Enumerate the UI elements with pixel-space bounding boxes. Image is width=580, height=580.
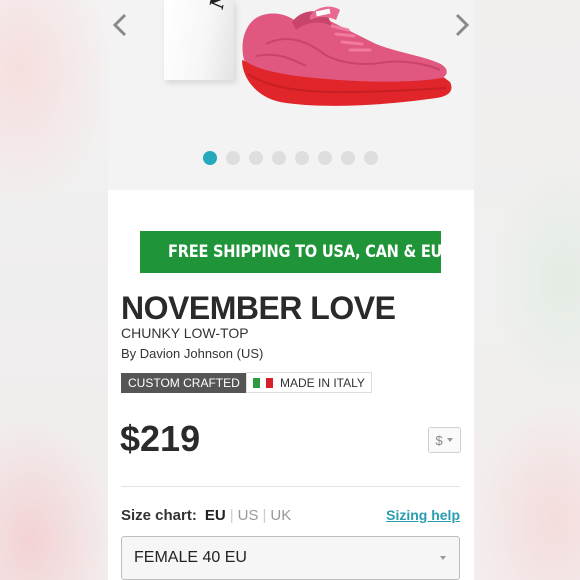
custom-crafted-badge: CUSTOM CRAFTED [121,373,247,393]
size-unit-uk[interactable]: UK [270,507,291,524]
product-author[interactable]: By Davion Johnson (US) [121,346,263,361]
gallery-next-button[interactable] [450,10,474,40]
product-page: Nove [108,0,474,580]
gallery-prev-button[interactable] [108,10,132,40]
gallery-dot[interactable] [249,151,263,165]
gallery-dot[interactable] [272,151,286,165]
size-chart-row: Size chart: EU | US | UK Sizing help [121,505,460,525]
unit-separator: | [229,506,234,524]
chevron-down-icon [446,438,453,442]
unit-separator: | [262,506,267,524]
free-shipping-banner: FREE SHIPPING TO USA, CAN & EU [140,231,443,273]
free-shipping-text: FREE SHIPPING TO USA, CAN & EU [168,242,443,262]
background-left [0,0,108,580]
gallery-dot[interactable] [203,151,217,165]
product-title: NOVEMBER LOVE [121,290,396,326]
made-in-italy-badge: MADE IN ITALY [246,372,372,393]
currency-symbol: $ [435,432,443,448]
custom-crafted-label: CUSTOM CRAFTED [128,376,240,390]
chevron-left-icon [112,13,127,37]
size-chart-label: Size chart: [121,506,197,524]
sneaker-image [242,6,452,106]
italy-flag-icon [253,377,274,388]
gallery-dot[interactable] [341,151,355,165]
product-subtitle: CHUNKY LOW-TOP [121,325,249,341]
size-select[interactable]: FEMALE 40 EU [121,536,460,580]
image-gallery[interactable]: Nove [108,0,474,190]
gallery-dot[interactable] [226,151,240,165]
product-price: $219 [120,418,201,459]
chevron-right-icon [455,13,470,37]
size-select-value: FEMALE 40 EU [134,549,247,566]
sizing-help-link[interactable]: Sizing help [386,507,460,523]
gallery-dot[interactable] [318,151,332,165]
made-in-italy-label: MADE IN ITALY [280,375,365,390]
shoe-box-image [164,0,234,80]
divider [121,486,460,487]
gallery-dot[interactable] [295,151,309,165]
size-unit-eu[interactable]: EU [205,507,226,524]
gallery-dot[interactable] [364,151,378,165]
currency-selector[interactable]: $ [428,427,461,453]
chevron-down-icon [440,556,446,560]
background-right [474,0,580,580]
size-unit-us[interactable]: US [238,507,259,524]
gallery-dots [203,151,378,165]
